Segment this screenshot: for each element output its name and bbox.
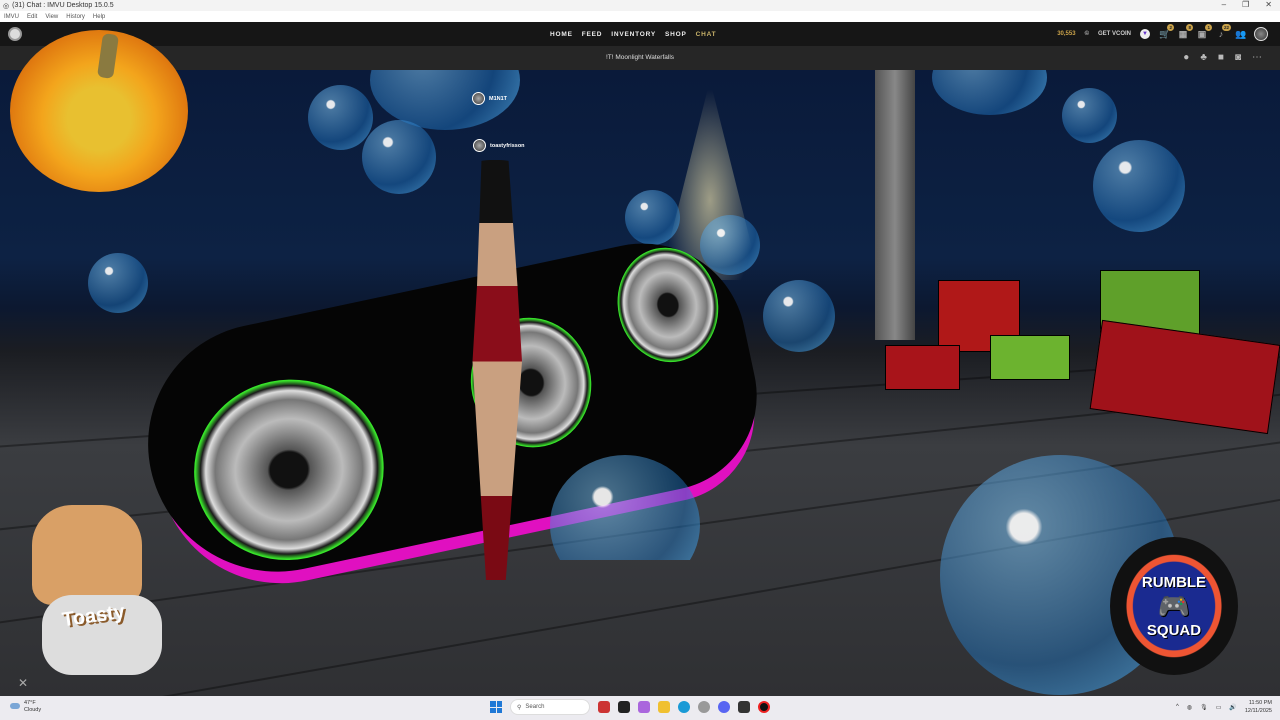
bubble <box>550 455 700 560</box>
close-button[interactable]: ✕ <box>1265 0 1272 9</box>
gift-box <box>990 335 1070 380</box>
window-titlebar: ◎ (31) Chat : IMVU Desktop 15.0.5 – ❐ ✕ <box>0 0 1280 11</box>
room-name: !T! Moonlight Waterfalls <box>605 54 675 61</box>
wooden-pillar <box>875 70 915 340</box>
edge-icon[interactable] <box>678 701 690 713</box>
more-icon[interactable]: ⋯ <box>1252 52 1262 63</box>
toasty-mascot: Toasty <box>22 495 172 685</box>
bubble <box>700 215 760 275</box>
imvu-taskbar-icon[interactable] <box>738 701 750 713</box>
minimize-button[interactable]: – <box>1222 0 1226 9</box>
menu-edit[interactable]: Edit <box>27 14 37 20</box>
nav-inventory[interactable]: INVENTORY <box>611 31 656 38</box>
outfit-icon[interactable]: ▣ 1 <box>1197 24 1212 39</box>
gift-box <box>1089 319 1280 435</box>
cart-icon[interactable]: 🛒 2 <box>1159 24 1174 39</box>
bubble <box>308 85 373 150</box>
maximize-button[interactable]: ❐ <box>1242 0 1249 9</box>
bubble <box>362 120 436 194</box>
taskbar-app-icon[interactable] <box>598 701 610 713</box>
notification-icon[interactable]: ♪ 22 <box>1216 24 1231 39</box>
menu-imvu[interactable]: IMVU <box>4 14 19 20</box>
top-header: HOME FEED INVENTORY SHOP CHAT 30,553 © G… <box>0 22 1280 46</box>
pumpkin-stem <box>97 33 119 79</box>
weather-widget[interactable]: 47°F Cloudy <box>10 700 41 714</box>
settings-icon[interactable] <box>698 701 710 713</box>
taskbar-app-icon[interactable] <box>758 701 770 713</box>
window-title: (31) Chat : IMVU Desktop 15.0.5 <box>12 2 114 9</box>
discord-icon[interactable] <box>718 701 730 713</box>
3d-chat-scene[interactable]: M1N1T toastyfrisson <box>0 70 1280 696</box>
system-tray: ^ ◍ 🎙 ▭ 🔊 11:50 PM 12/11/2025 <box>1176 699 1272 715</box>
shopping-bag-icon[interactable]: ■ <box>1218 52 1224 63</box>
rumble-squad-logo: RUMBLE 🎮 SQUAD <box>1110 537 1238 675</box>
bubble <box>1062 88 1117 143</box>
windows-taskbar: 47°F Cloudy ⚲ Search ^ ◍ 🎙 ▭ 🔊 11:50 PM 1… <box>0 696 1280 720</box>
menu-view[interactable]: View <box>45 14 58 20</box>
outfit-shirt-icon[interactable]: ♣ <box>1200 52 1207 63</box>
start-button[interactable] <box>490 701 502 713</box>
nametag-toastyfrisson[interactable]: toastyfrisson <box>473 139 525 152</box>
bubble <box>625 190 680 245</box>
app-icon: ◎ <box>3 2 10 10</box>
room-bar: !T! Moonlight Waterfalls ● ♣ ■ ◙ ⋯ <box>0 46 1280 70</box>
microphone-icon[interactable]: 🎙 <box>1200 704 1208 711</box>
menu-history[interactable]: History <box>66 14 85 20</box>
gift-box <box>885 345 960 390</box>
close-overlay-icon[interactable]: ✕ <box>18 676 28 690</box>
menu-help[interactable]: Help <box>93 14 105 20</box>
copilot-icon[interactable] <box>638 701 650 713</box>
gamepad-icon: 🎮 <box>1157 590 1191 621</box>
credits-balance[interactable]: 30,553 <box>1057 31 1075 37</box>
camera-icon[interactable]: ◙ <box>1235 52 1241 63</box>
imvu-logo[interactable] <box>8 27 22 41</box>
bubble <box>763 280 835 352</box>
clock[interactable]: 11:50 PM 12/11/2025 <box>1245 699 1272 715</box>
cart-badge: 2 <box>1167 24 1174 31</box>
credits-icon: © <box>1084 31 1089 37</box>
user-avatar[interactable] <box>1254 27 1268 41</box>
taskbar-search[interactable]: ⚲ Search <box>510 699 590 715</box>
menu-bar: IMVU Edit View History Help <box>0 11 1280 22</box>
nav-feed[interactable]: FEED <box>582 31 603 38</box>
pumpkin-overlay <box>10 30 188 192</box>
nametag-m1n1t[interactable]: M1N1T <box>472 92 507 105</box>
taskbar-app-icon[interactable] <box>618 701 630 713</box>
notification-badge: 22 <box>1221 24 1231 31</box>
get-vcoin-button[interactable]: GET VCOIN <box>1098 31 1131 37</box>
network-icon[interactable]: ◍ <box>1187 704 1192 711</box>
gift-badge: 8 <box>1186 24 1193 31</box>
friends-icon[interactable]: 👥 <box>1235 29 1246 39</box>
bubble <box>1093 140 1185 232</box>
nav-shop[interactable]: SHOP <box>665 31 687 38</box>
nav-chat[interactable]: CHAT <box>696 31 717 38</box>
bubble <box>88 253 148 313</box>
chevron-up-icon[interactable]: ^ <box>1176 704 1179 710</box>
bubble <box>932 70 1047 115</box>
volume-icon[interactable]: 🔊 <box>1229 704 1236 711</box>
vcoin-icon: ▼ <box>1140 29 1150 39</box>
display-icon[interactable]: ▭ <box>1216 704 1222 711</box>
gift-icon[interactable]: ▦ 8 <box>1178 24 1193 39</box>
chat-bubble-icon[interactable]: ● <box>1183 52 1189 63</box>
search-icon: ⚲ <box>517 704 522 711</box>
outfit-badge: 1 <box>1205 24 1212 31</box>
file-explorer-icon[interactable] <box>658 701 670 713</box>
main-nav: HOME FEED INVENTORY SHOP CHAT <box>550 22 716 46</box>
cloud-icon <box>10 703 20 709</box>
nav-home[interactable]: HOME <box>550 31 573 38</box>
